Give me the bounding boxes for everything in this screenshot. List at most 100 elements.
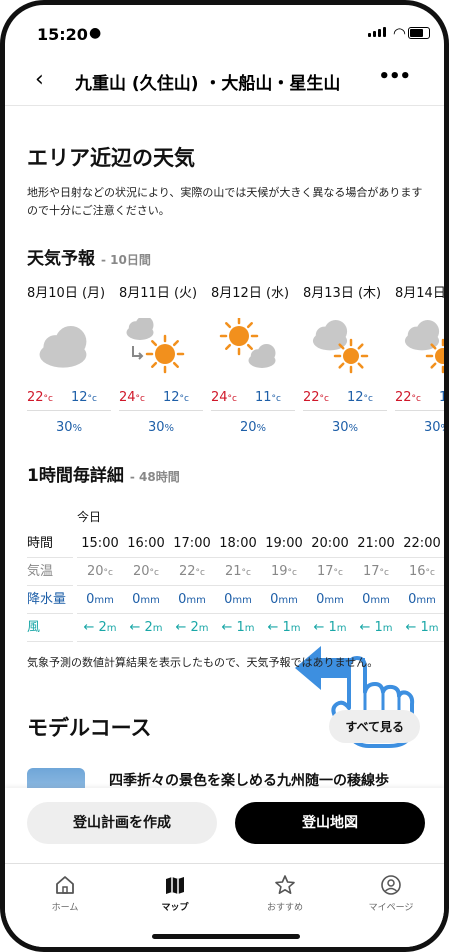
battery-icon	[408, 27, 430, 39]
status-bar: 15:20 ● ◠	[5, 5, 444, 55]
hour-temp: 17°c	[307, 558, 353, 586]
today-label	[307, 504, 353, 530]
high-temp: 24°c	[211, 390, 237, 405]
hourly-heading: 1時間毎詳細 - 48時間	[27, 461, 180, 486]
high-temp: 22°c	[303, 390, 329, 405]
row-label-temp: 気温	[27, 558, 73, 586]
hourly-column: 19:00 19°c 0mm ← 1m	[261, 504, 307, 642]
high-temp: 24°c	[119, 390, 145, 405]
hour-rain: 0mm	[399, 586, 444, 614]
row-label-rain: 降水量	[27, 586, 73, 614]
today-label	[215, 504, 261, 530]
hour-time: 22:00	[399, 530, 444, 558]
action-bar: 登山計画を作成 登山地図	[5, 788, 444, 863]
model-course-heading: モデルコース	[27, 716, 152, 740]
wind-arrow-icon: ←	[175, 620, 191, 635]
map-icon	[166, 877, 184, 894]
forecast-day[interactable]: 8月13日 (木) 22°c 12°c 30%	[303, 282, 389, 435]
day-date: 8月10日 (月)	[27, 286, 106, 301]
day-date: 8月11日 (火)	[119, 286, 198, 301]
low-temp: 12°c	[347, 390, 373, 405]
hourly-sub: - 48時間	[129, 470, 180, 484]
nav-bar: ‹ 九重山 (久住山) ・大船山・星生山 •••	[5, 55, 444, 106]
hour-rain: 0mm	[261, 586, 307, 614]
hourly-column: 18:00 21°c 0mm ← 1m	[215, 504, 261, 642]
wind-arrow-icon: ←	[359, 620, 375, 635]
cloud-then-sun-icon	[126, 318, 185, 374]
today-label	[353, 504, 399, 530]
weather-heading: エリア近辺の天気	[27, 146, 195, 170]
create-plan-button[interactable]: 登山計画を作成	[27, 802, 217, 844]
hourly-column: 17:00 22°c 0mm ← 2m	[169, 504, 215, 642]
home-indicator	[152, 934, 300, 939]
today-label	[261, 504, 307, 530]
hourly-column: 16:00 20°c 0mm ← 2m	[123, 504, 169, 642]
hourly-row-labels: 時間 気温 降水量 風	[27, 530, 75, 642]
hour-rain: 0mm	[123, 586, 169, 614]
cloud-sun-icon	[312, 320, 369, 374]
row-label-time: 時間	[27, 530, 73, 558]
main-content[interactable]: エリア近辺の天気 地形や日射などの状況により、実際の山では天候が大きく異なる場合…	[5, 106, 444, 796]
precip-probability: 20%	[239, 420, 267, 435]
person-icon: ●	[89, 25, 102, 41]
see-all-button[interactable]: すべて見る	[329, 710, 420, 743]
divider	[211, 410, 295, 411]
status-time: 15:20	[37, 25, 88, 44]
hourly-disclaimer: 気象予測の数値計算結果を表示したもので、天気予報ではありません。	[27, 656, 379, 669]
home-icon	[56, 876, 74, 894]
precip-probability: 30%	[147, 420, 175, 435]
forecast-sub: - 10日間	[101, 253, 151, 267]
hour-time: 16:00	[123, 530, 169, 558]
hourly-table[interactable]: 時間 気温 降水量 風 今日 15:00 20°c 0mm ← 2m 16:00…	[27, 504, 444, 644]
course-title[interactable]: 四季折々の景色を楽しめる九州随一の稜線歩	[109, 770, 389, 790]
hour-time: 17:00	[169, 530, 215, 558]
hour-time: 19:00	[261, 530, 307, 558]
today-label	[169, 504, 215, 530]
map-button[interactable]: 登山地図	[235, 802, 425, 844]
more-icon[interactable]: •••	[378, 66, 411, 87]
back-icon[interactable]: ‹	[35, 67, 44, 92]
day-date: 8月13日 (木)	[303, 286, 382, 301]
forecast-day[interactable]: 8月10日 (月) 22°c 12°c 30%	[27, 282, 113, 435]
star-icon	[275, 875, 295, 894]
tab-mypage[interactable]: マイページ	[351, 872, 431, 913]
hourly-title: 1時間毎詳細	[27, 466, 124, 486]
hour-time: 15:00	[77, 530, 123, 558]
low-temp: 11°c	[255, 390, 281, 405]
day-date: 8月12日 (水)	[211, 286, 290, 301]
hour-rain: 0mm	[169, 586, 215, 614]
row-label-wind: 風	[27, 614, 73, 642]
phone-frame: 15:20 ● ◠ ‹ 九重山 (久住山) ・大船山・星生山 ••• エリア近辺…	[0, 0, 449, 952]
forecast-day[interactable]: 8月14日 22°c 12°c 30%	[395, 282, 444, 435]
divider	[119, 410, 203, 411]
hour-temp: 22°c	[169, 558, 215, 586]
tab-home[interactable]: ホーム	[25, 872, 105, 913]
divider	[303, 410, 387, 411]
cloud-sun-icon	[404, 320, 444, 374]
wind-arrow-icon: ←	[313, 620, 329, 635]
forecast-day[interactable]: 8月12日 (水) 24°c 11°c 20%	[211, 282, 297, 435]
wind-arrow-icon: ←	[405, 620, 421, 635]
forecast-day[interactable]: 8月11日 (火) 24°c 12°c 30%	[119, 282, 205, 435]
forecast-heading: 天気予報 - 10日間	[27, 244, 151, 269]
hour-temp: 16°c	[399, 558, 444, 586]
precip-probability: 30%	[55, 420, 83, 435]
hourly-column: 21:00 17°c 0mm ← 1m	[353, 504, 399, 642]
hour-temp: 17°c	[353, 558, 399, 586]
high-temp: 22°c	[27, 390, 53, 405]
tab-map-label: マップ	[161, 903, 189, 913]
sun-then-cloud-icon	[219, 318, 276, 368]
high-temp: 22°c	[395, 390, 421, 405]
low-temp: 12°c	[163, 390, 189, 405]
wind-arrow-icon: ←	[129, 620, 145, 635]
tab-home-label: ホーム	[51, 903, 79, 913]
hour-time: 20:00	[307, 530, 353, 558]
person-circle-icon	[381, 875, 401, 895]
hourly-column: 22:00 16°c 0mm ← 1m	[399, 504, 444, 642]
today-label: 今日	[77, 510, 102, 524]
tab-recommend[interactable]: おすすめ	[245, 872, 325, 913]
tab-map[interactable]: マップ	[135, 872, 215, 913]
forecast-title: 天気予報	[27, 249, 95, 269]
weather-notice: 地形や日射などの状況により、実際の山では天候が大きく異なる場合がありますので十分…	[27, 186, 423, 217]
divider	[27, 410, 111, 411]
